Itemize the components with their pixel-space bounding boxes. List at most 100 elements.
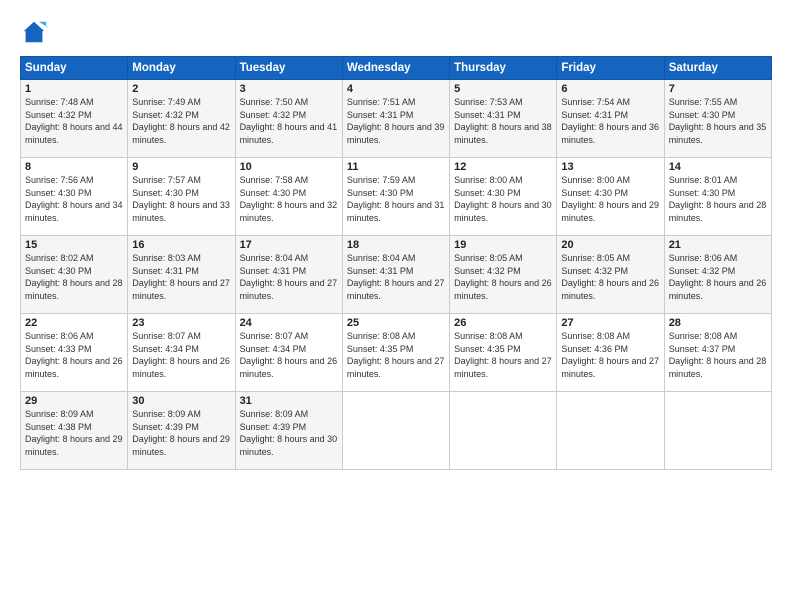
day-number: 17 xyxy=(240,239,338,251)
day-info: Sunrise: 8:09 AMSunset: 4:39 PMDaylight:… xyxy=(240,409,338,457)
day-info: Sunrise: 7:51 AMSunset: 4:31 PMDaylight:… xyxy=(347,97,445,145)
day-cell: 3 Sunrise: 7:50 AMSunset: 4:32 PMDayligh… xyxy=(235,80,342,158)
day-info: Sunrise: 8:07 AMSunset: 4:34 PMDaylight:… xyxy=(240,331,338,379)
day-number: 28 xyxy=(669,317,767,329)
day-number: 11 xyxy=(347,161,445,173)
day-number: 16 xyxy=(132,239,230,251)
logo xyxy=(20,18,52,46)
day-info: Sunrise: 7:56 AMSunset: 4:30 PMDaylight:… xyxy=(25,175,123,223)
day-cell: 17 Sunrise: 8:04 AMSunset: 4:31 PMDaylig… xyxy=(235,236,342,314)
header xyxy=(20,18,772,46)
header-row: SundayMondayTuesdayWednesdayThursdayFrid… xyxy=(21,57,772,80)
day-info: Sunrise: 8:08 AMSunset: 4:35 PMDaylight:… xyxy=(347,331,445,379)
day-info: Sunrise: 7:58 AMSunset: 4:30 PMDaylight:… xyxy=(240,175,338,223)
day-info: Sunrise: 8:08 AMSunset: 4:37 PMDaylight:… xyxy=(669,331,767,379)
day-cell: 15 Sunrise: 8:02 AMSunset: 4:30 PMDaylig… xyxy=(21,236,128,314)
header-cell-monday: Monday xyxy=(128,57,235,80)
day-info: Sunrise: 8:08 AMSunset: 4:36 PMDaylight:… xyxy=(561,331,659,379)
day-number: 13 xyxy=(561,161,659,173)
day-number: 4 xyxy=(347,83,445,95)
day-cell: 25 Sunrise: 8:08 AMSunset: 4:35 PMDaylig… xyxy=(342,314,449,392)
day-cell: 6 Sunrise: 7:54 AMSunset: 4:31 PMDayligh… xyxy=(557,80,664,158)
day-info: Sunrise: 7:57 AMSunset: 4:30 PMDaylight:… xyxy=(132,175,230,223)
day-cell: 12 Sunrise: 8:00 AMSunset: 4:30 PMDaylig… xyxy=(450,158,557,236)
day-number: 2 xyxy=(132,83,230,95)
day-info: Sunrise: 8:04 AMSunset: 4:31 PMDaylight:… xyxy=(240,253,338,301)
day-info: Sunrise: 8:05 AMSunset: 4:32 PMDaylight:… xyxy=(561,253,659,301)
day-number: 1 xyxy=(25,83,123,95)
day-number: 25 xyxy=(347,317,445,329)
day-info: Sunrise: 8:00 AMSunset: 4:30 PMDaylight:… xyxy=(454,175,552,223)
day-number: 6 xyxy=(561,83,659,95)
day-info: Sunrise: 8:09 AMSunset: 4:39 PMDaylight:… xyxy=(132,409,230,457)
day-cell xyxy=(557,392,664,470)
week-row-5: 29 Sunrise: 8:09 AMSunset: 4:38 PMDaylig… xyxy=(21,392,772,470)
day-info: Sunrise: 8:08 AMSunset: 4:35 PMDaylight:… xyxy=(454,331,552,379)
day-cell: 4 Sunrise: 7:51 AMSunset: 4:31 PMDayligh… xyxy=(342,80,449,158)
day-info: Sunrise: 7:49 AMSunset: 4:32 PMDaylight:… xyxy=(132,97,230,145)
day-info: Sunrise: 8:02 AMSunset: 4:30 PMDaylight:… xyxy=(25,253,123,301)
day-cell: 9 Sunrise: 7:57 AMSunset: 4:30 PMDayligh… xyxy=(128,158,235,236)
day-info: Sunrise: 7:55 AMSunset: 4:30 PMDaylight:… xyxy=(669,97,767,145)
day-info: Sunrise: 8:05 AMSunset: 4:32 PMDaylight:… xyxy=(454,253,552,301)
day-info: Sunrise: 8:04 AMSunset: 4:31 PMDaylight:… xyxy=(347,253,445,301)
day-number: 15 xyxy=(25,239,123,251)
day-info: Sunrise: 7:48 AMSunset: 4:32 PMDaylight:… xyxy=(25,97,123,145)
day-cell: 31 Sunrise: 8:09 AMSunset: 4:39 PMDaylig… xyxy=(235,392,342,470)
day-number: 20 xyxy=(561,239,659,251)
day-number: 19 xyxy=(454,239,552,251)
day-cell: 11 Sunrise: 7:59 AMSunset: 4:30 PMDaylig… xyxy=(342,158,449,236)
logo-icon xyxy=(20,18,48,46)
day-cell xyxy=(664,392,771,470)
day-number: 29 xyxy=(25,395,123,407)
day-cell: 30 Sunrise: 8:09 AMSunset: 4:39 PMDaylig… xyxy=(128,392,235,470)
day-info: Sunrise: 8:01 AMSunset: 4:30 PMDaylight:… xyxy=(669,175,767,223)
day-info: Sunrise: 7:53 AMSunset: 4:31 PMDaylight:… xyxy=(454,97,552,145)
day-number: 14 xyxy=(669,161,767,173)
day-number: 8 xyxy=(25,161,123,173)
day-cell xyxy=(450,392,557,470)
day-number: 3 xyxy=(240,83,338,95)
week-row-1: 1 Sunrise: 7:48 AMSunset: 4:32 PMDayligh… xyxy=(21,80,772,158)
day-number: 9 xyxy=(132,161,230,173)
day-info: Sunrise: 7:59 AMSunset: 4:30 PMDaylight:… xyxy=(347,175,445,223)
day-cell: 27 Sunrise: 8:08 AMSunset: 4:36 PMDaylig… xyxy=(557,314,664,392)
day-cell: 14 Sunrise: 8:01 AMSunset: 4:30 PMDaylig… xyxy=(664,158,771,236)
calendar-table: SundayMondayTuesdayWednesdayThursdayFrid… xyxy=(20,56,772,470)
header-cell-saturday: Saturday xyxy=(664,57,771,80)
day-info: Sunrise: 8:06 AMSunset: 4:32 PMDaylight:… xyxy=(669,253,767,301)
week-row-3: 15 Sunrise: 8:02 AMSunset: 4:30 PMDaylig… xyxy=(21,236,772,314)
day-info: Sunrise: 8:00 AMSunset: 4:30 PMDaylight:… xyxy=(561,175,659,223)
day-cell: 26 Sunrise: 8:08 AMSunset: 4:35 PMDaylig… xyxy=(450,314,557,392)
day-number: 31 xyxy=(240,395,338,407)
day-cell: 16 Sunrise: 8:03 AMSunset: 4:31 PMDaylig… xyxy=(128,236,235,314)
day-number: 18 xyxy=(347,239,445,251)
day-cell: 5 Sunrise: 7:53 AMSunset: 4:31 PMDayligh… xyxy=(450,80,557,158)
day-number: 24 xyxy=(240,317,338,329)
header-cell-tuesday: Tuesday xyxy=(235,57,342,80)
day-info: Sunrise: 8:07 AMSunset: 4:34 PMDaylight:… xyxy=(132,331,230,379)
header-cell-thursday: Thursday xyxy=(450,57,557,80)
day-number: 12 xyxy=(454,161,552,173)
day-number: 23 xyxy=(132,317,230,329)
day-info: Sunrise: 8:06 AMSunset: 4:33 PMDaylight:… xyxy=(25,331,123,379)
day-cell: 13 Sunrise: 8:00 AMSunset: 4:30 PMDaylig… xyxy=(557,158,664,236)
day-cell: 29 Sunrise: 8:09 AMSunset: 4:38 PMDaylig… xyxy=(21,392,128,470)
day-cell: 2 Sunrise: 7:49 AMSunset: 4:32 PMDayligh… xyxy=(128,80,235,158)
header-cell-wednesday: Wednesday xyxy=(342,57,449,80)
day-info: Sunrise: 8:09 AMSunset: 4:38 PMDaylight:… xyxy=(25,409,123,457)
day-cell: 22 Sunrise: 8:06 AMSunset: 4:33 PMDaylig… xyxy=(21,314,128,392)
day-cell xyxy=(342,392,449,470)
day-number: 22 xyxy=(25,317,123,329)
day-cell: 1 Sunrise: 7:48 AMSunset: 4:32 PMDayligh… xyxy=(21,80,128,158)
day-cell: 21 Sunrise: 8:06 AMSunset: 4:32 PMDaylig… xyxy=(664,236,771,314)
day-number: 27 xyxy=(561,317,659,329)
day-cell: 28 Sunrise: 8:08 AMSunset: 4:37 PMDaylig… xyxy=(664,314,771,392)
day-info: Sunrise: 8:03 AMSunset: 4:31 PMDaylight:… xyxy=(132,253,230,301)
day-info: Sunrise: 7:54 AMSunset: 4:31 PMDaylight:… xyxy=(561,97,659,145)
day-cell: 19 Sunrise: 8:05 AMSunset: 4:32 PMDaylig… xyxy=(450,236,557,314)
day-number: 5 xyxy=(454,83,552,95)
day-number: 30 xyxy=(132,395,230,407)
header-cell-friday: Friday xyxy=(557,57,664,80)
header-cell-sunday: Sunday xyxy=(21,57,128,80)
